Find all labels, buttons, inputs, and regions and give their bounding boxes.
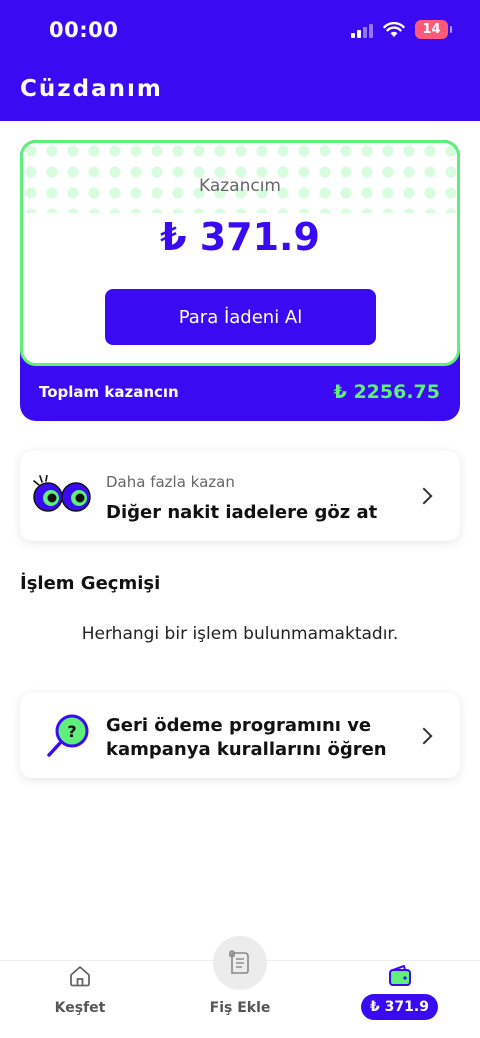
program-rules-title: Geri ödeme programını ve kampanya kurall… [106, 715, 387, 760]
total-earnings-label: Toplam kazancın [39, 383, 179, 401]
receipt-icon [229, 950, 249, 974]
magnifier-question-icon: ? [47, 714, 89, 757]
page-title: Cüzdanım [20, 76, 163, 102]
program-rules-card[interactable]: ? Geri ödeme programını ve kampanya kura… [20, 693, 460, 778]
wifi-icon [383, 21, 405, 37]
total-earnings-value: ₺ 2256.75 [333, 381, 440, 403]
more-cashback-card[interactable]: Daha fazla kazan Diğer nakit iadelere gö… [20, 451, 460, 541]
add-receipt-fab[interactable] [213, 936, 267, 990]
status-icons: 14 [351, 20, 452, 39]
more-cashback-subtitle: Daha fazla kazan [106, 473, 235, 491]
wallet-icon [389, 965, 411, 986]
empty-history-message: Herhangi bir işlem bulunmamaktadır. [81, 624, 399, 644]
home-icon [70, 966, 90, 987]
earnings-label: Kazancım [198, 176, 281, 196]
earnings-panel: Kazancım ₺ 371.9 Para İadeni Al Toplam k… [20, 140, 460, 421]
more-cashback-title: Diğer nakit iadelere göz at [106, 502, 378, 523]
chevron-right-icon [415, 487, 433, 505]
get-refund-button[interactable]: Para İadeni Al [105, 289, 376, 345]
transaction-history-title: İşlem Geçmişi [20, 573, 161, 594]
status-time: 00:00 [49, 18, 119, 42]
battery-icon: 14 [415, 20, 452, 39]
svg-text:?: ? [67, 722, 76, 741]
signal-icon [351, 22, 373, 38]
nav-label-discover: Keşfet [54, 1000, 106, 1016]
wallet-balance-badge: ₺ 371.9 [361, 994, 438, 1020]
nav-label-add-receipt: Fiş Ekle [209, 1000, 271, 1016]
chevron-right-icon [415, 727, 433, 745]
earnings-card: Kazancım ₺ 371.9 Para İadeni Al [20, 140, 460, 366]
eyes-icon [33, 475, 91, 512]
app-header: 00:00 14 Cüzdanım [0, 0, 480, 121]
earnings-value: ₺ 371.9 [160, 215, 320, 259]
